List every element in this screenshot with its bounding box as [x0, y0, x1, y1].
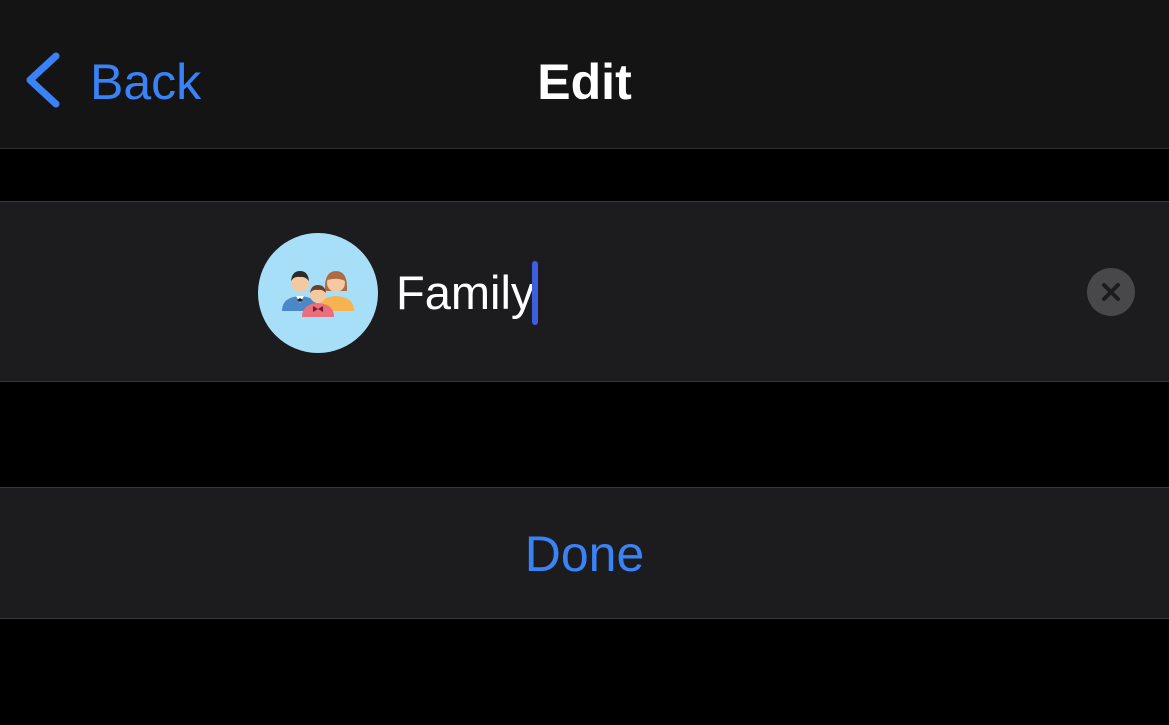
page-title: Edit: [537, 54, 632, 110]
group-avatar[interactable]: [258, 233, 378, 353]
navigation-bar: Back Edit: [0, 0, 1169, 149]
group-name-row: Family: [0, 201, 1169, 382]
family-icon: [258, 271, 378, 353]
close-icon: [1087, 283, 1135, 320]
done-button[interactable]: Done: [0, 487, 1169, 619]
text-caret: [532, 261, 538, 325]
done-label: Done: [524, 526, 645, 582]
group-name-input[interactable]: Family: [396, 260, 534, 326]
clear-text-button[interactable]: [1087, 268, 1135, 316]
